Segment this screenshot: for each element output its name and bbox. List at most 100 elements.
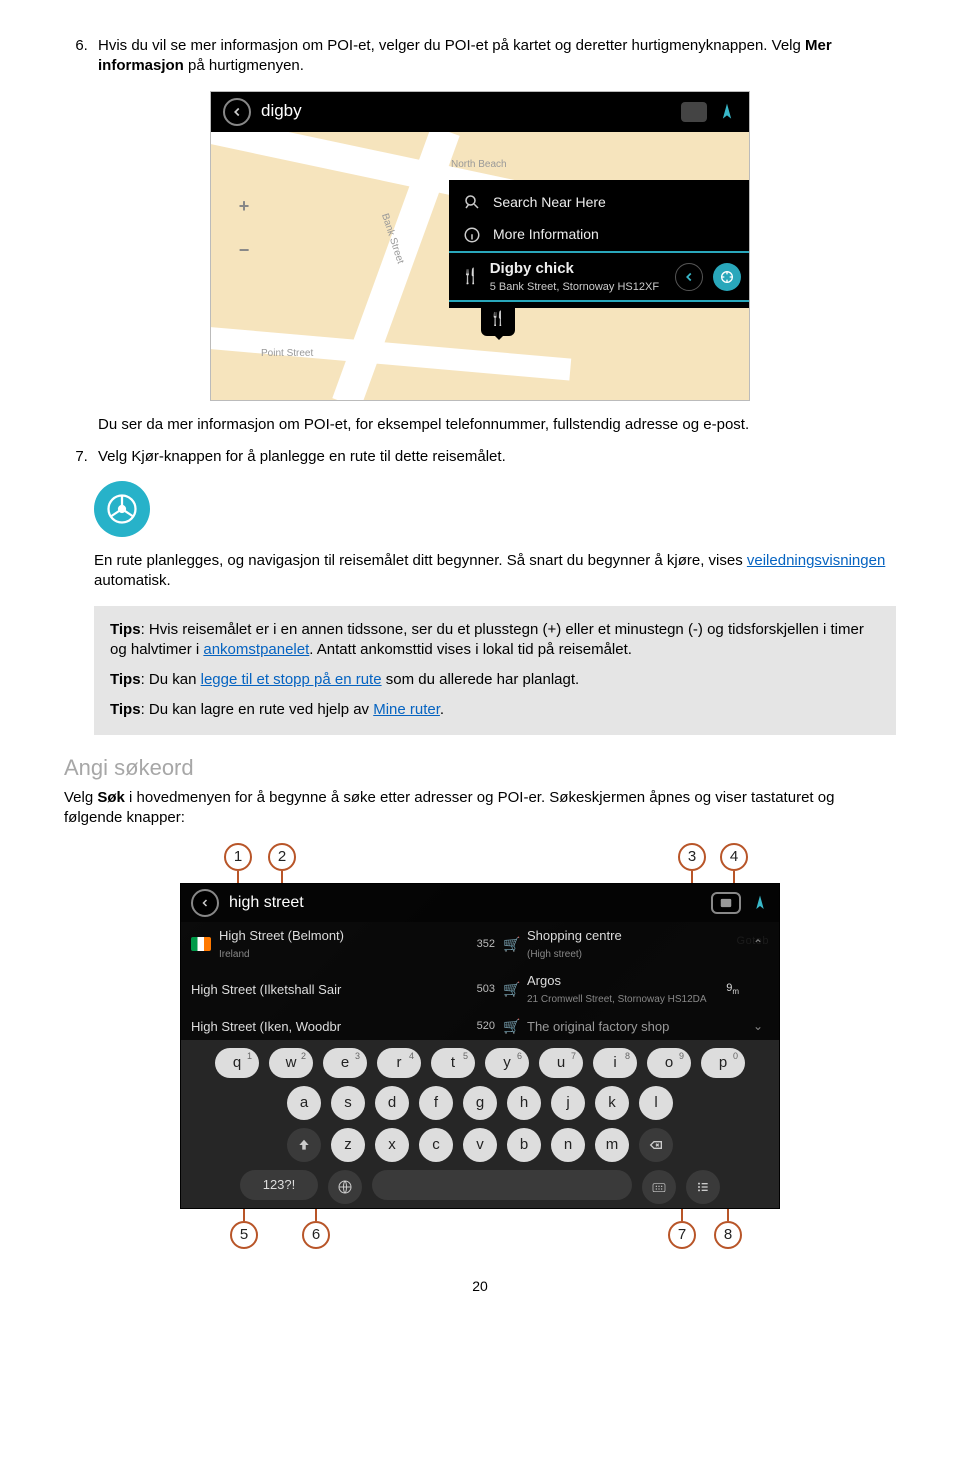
scroll-up-icon[interactable]: ⌃ [753,936,763,952]
scroll-down-icon[interactable]: ⌄ [753,1018,763,1034]
map-toggle-icon[interactable] [711,892,741,914]
result-row[interactable]: High Street (Belmont) Ireland 352 🛒 Shop… [181,922,779,967]
key-b[interactable]: b [507,1128,541,1162]
key-o[interactable]: o9 [647,1048,691,1078]
callout-3: 3 [678,843,706,871]
search-results: High Street (Belmont) Ireland 352 🛒 Shop… [181,922,779,1041]
zoom-in-icon[interactable]: + [239,194,250,218]
poi-map-screenshot: North Beach Bank Street Point Street + −… [210,91,750,401]
cart-icon: 🛒 [503,1017,519,1036]
step-6-text-b: på hurtigmenyen. [184,57,304,74]
callout-8: 8 [714,1221,742,1249]
on-screen-keyboard: q1 w2 e3 r4 t5 y6 u7 i8 o9 p0 asdfghjkl zxcvbnm 1… [181,1040,779,1208]
callout-6: 6 [302,1221,330,1249]
list-key[interactable] [686,1170,720,1204]
callout-1: 1 [224,843,252,871]
compass-icon[interactable] [717,102,737,122]
key-s[interactable]: s [331,1086,365,1120]
key-t[interactable]: t5 [431,1048,475,1078]
search-near-icon [461,193,483,211]
poi-address: 5 Bank Street, Stornoway HS12XF [490,280,665,295]
search-title: digby [261,100,302,123]
map-top-bar: digby [211,92,749,132]
key-f[interactable]: f [419,1086,453,1120]
flag-ireland-icon [191,937,211,951]
step-7-text: Velg Kjør-knappen for å planlegge en rut… [98,448,506,465]
search-bar: high street [181,884,779,922]
my-routes-link[interactable]: Mine ruter [373,701,440,718]
route-planned-paragraph: En rute planlegges, og navigasjon til re… [94,551,896,592]
arrival-panel-link[interactable]: ankomstpanelet [203,641,309,658]
tip-timezone: Tips: Hvis reisemålet er i en annen tids… [110,620,880,661]
road-label-north-beach: North Beach [451,158,507,172]
selected-poi-row[interactable]: 🍴 Digby chick 5 Bank Street, Stornoway H… [449,251,749,302]
key-g[interactable]: g [463,1086,497,1120]
step-6: Hvis du vil se mer informasjon om POI-et… [92,36,896,77]
search-input[interactable]: high street [229,892,304,914]
page-number: 20 [64,1277,896,1296]
key-j[interactable]: j [551,1086,585,1120]
key-k[interactable]: k [595,1086,629,1120]
key-l[interactable]: l [639,1086,673,1120]
key-q[interactable]: q1 [215,1048,259,1078]
key-n[interactable]: n [551,1128,585,1162]
key-m[interactable]: m [595,1128,629,1162]
poi-name: Digby chick [490,259,665,279]
key-y[interactable]: y6 [485,1048,529,1078]
poi-back-icon[interactable] [675,263,703,291]
backspace-key[interactable] [639,1128,673,1162]
menu-more-information[interactable]: More Information [449,218,749,251]
keyboard-layout-key[interactable] [642,1170,676,1204]
key-p[interactable]: p0 [701,1048,745,1078]
shift-key[interactable] [287,1128,321,1162]
key-u[interactable]: u7 [539,1048,583,1078]
callout-5: 5 [230,1221,258,1249]
add-stop-link[interactable]: legge til et stopp på en rute [201,671,382,688]
key-e[interactable]: e3 [323,1048,367,1078]
mode-key[interactable]: 123?! [240,1170,318,1200]
section-search-paragraph: Velg Søk i hovedmenyen for å begynne å s… [64,788,896,829]
cart-icon: 🛒 [503,980,519,999]
key-c[interactable]: c [419,1128,453,1162]
key-i[interactable]: i8 [593,1048,637,1078]
callout-7: 7 [668,1221,696,1249]
zoom-out-icon[interactable]: − [239,238,250,262]
space-key[interactable] [372,1170,632,1200]
menu-more-label: More Information [493,225,599,244]
menu-search-near-here[interactable]: Search Near Here [449,186,749,219]
back-button[interactable] [223,98,251,126]
restaurant-icon: 🍴 [461,267,480,287]
cart-icon: 🛒 [503,935,519,954]
key-v[interactable]: v [463,1128,497,1162]
menu-search-label: Search Near Here [493,193,606,212]
key-h[interactable]: h [507,1086,541,1120]
tips-box: Tips: Hvis reisemålet er i en annen tids… [94,606,896,735]
result-row[interactable]: High Street (Ilketshall Sair 503 🛒 Argos… [181,967,779,1012]
drive-button-figure [94,481,896,537]
poi-drive-button[interactable] [713,263,741,291]
keyboard-toggle-icon[interactable] [681,102,707,122]
guidance-view-link[interactable]: veiledningsvisningen [747,552,885,569]
key-r[interactable]: r4 [377,1048,421,1078]
figure-poi-map: North Beach Bank Street Point Street + −… [64,91,896,401]
step-7: Velg Kjør-knappen for å planlegge en rut… [92,447,896,467]
search-keyboard-screenshot: Goteb BERLIN Leipzig PRAH high street [180,883,780,1209]
road-label-point-street: Point Street [261,347,313,361]
key-d[interactable]: d [375,1086,409,1120]
poi-quick-menu: Search Near Here More Information 🍴 Digb… [449,180,749,309]
section-heading-search: Angi søkeord [64,753,896,783]
search-back-button[interactable] [191,889,219,917]
result-row[interactable]: High Street (Iken, Woodbr 520 🛒 The orig… [181,1012,779,1041]
zoom-control[interactable]: + − [229,194,259,263]
search-compass-icon[interactable] [751,894,769,912]
callout-4: 4 [720,843,748,871]
step-6-text-a: Hvis du vil se mer informasjon om POI-et… [98,37,805,54]
step-6-followup: Du ser da mer informasjon om POI-et, for… [98,416,749,433]
key-x[interactable]: x [375,1128,409,1162]
key-w[interactable]: w2 [269,1048,313,1078]
key-a[interactable]: a [287,1086,321,1120]
drive-icon [94,481,150,537]
globe-key[interactable] [328,1170,362,1204]
figure-search-keyboard: 1 2 3 4 5 6 7 8 Goteb BERLIN Leipzig PRA… [180,843,780,1249]
key-z[interactable]: z [331,1128,365,1162]
